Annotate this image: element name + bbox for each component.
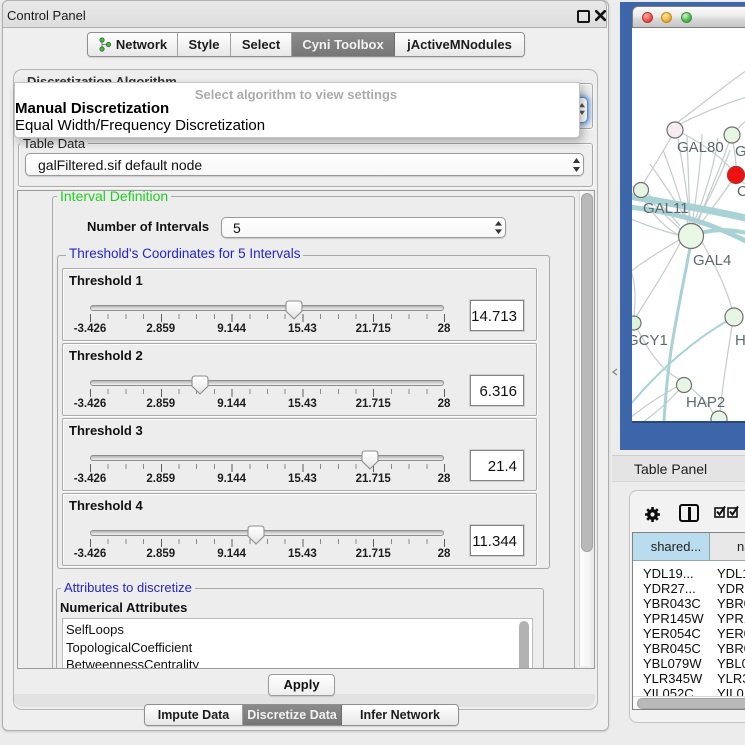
svg-text:GA: GA [735,143,745,160]
svg-text:H: H [735,332,745,349]
svg-text:GAL11: GAL11 [643,200,689,217]
svg-text:GAL4: GAL4 [693,252,731,269]
svg-text:C: C [737,183,745,200]
svg-text:GAL80: GAL80 [677,139,724,156]
svg-text:HAP2: HAP2 [686,394,725,411]
svg-text:GCY1: GCY1 [632,332,668,349]
